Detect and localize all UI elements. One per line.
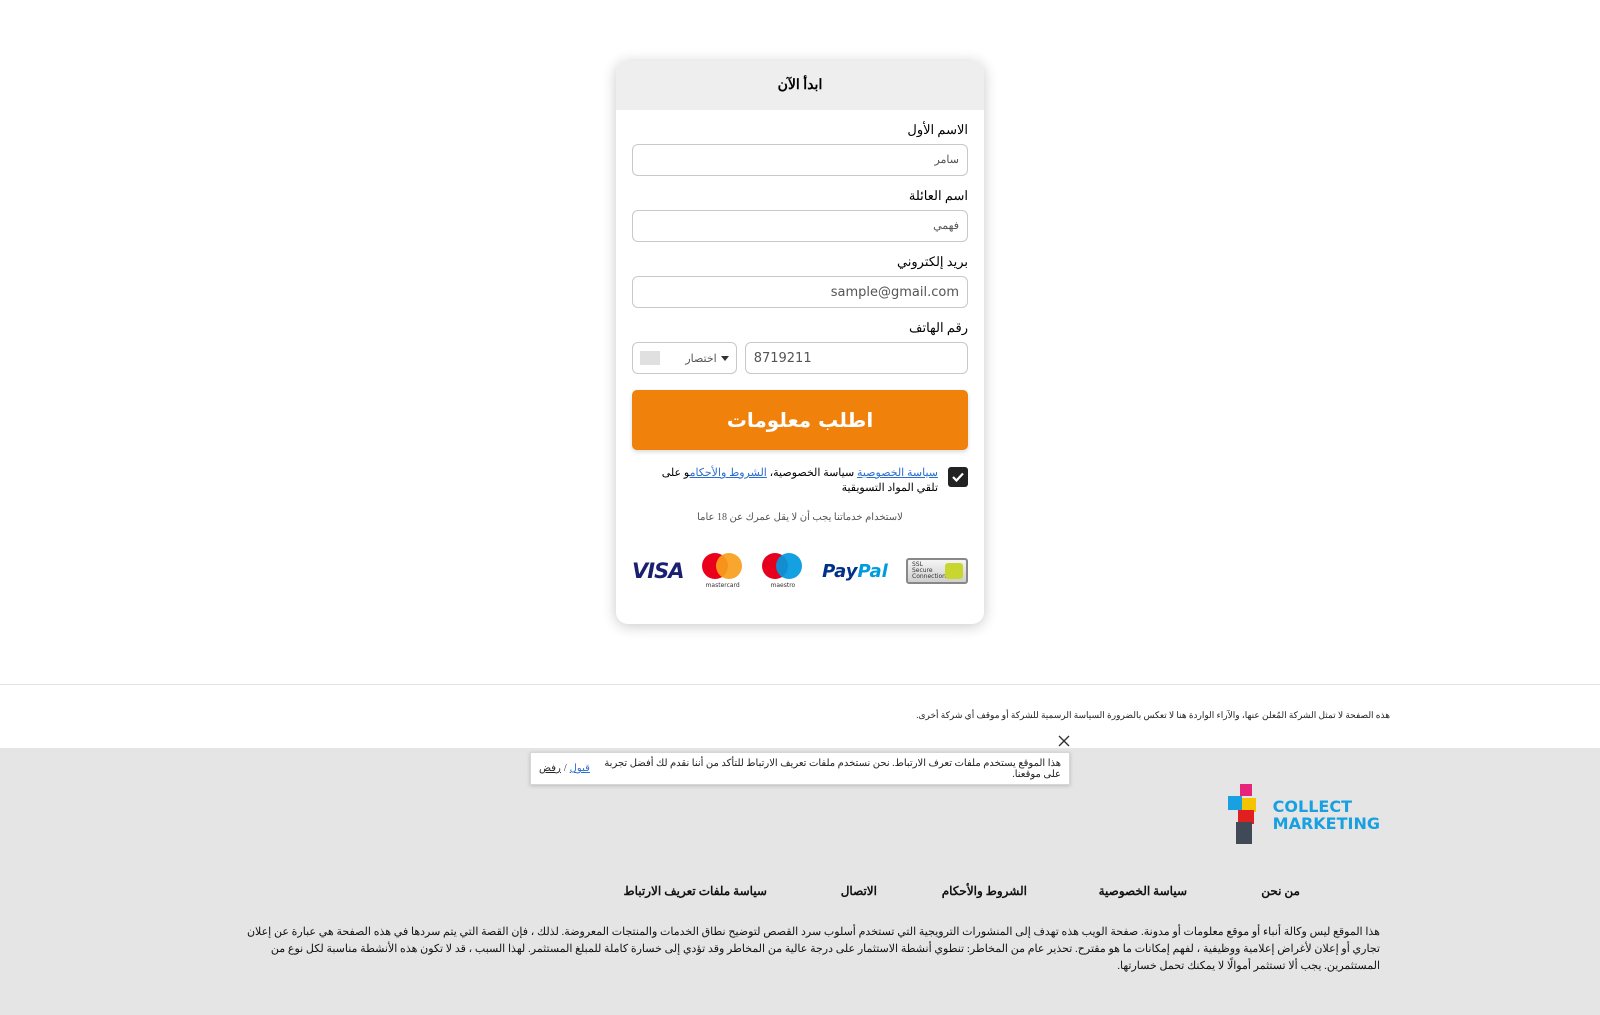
- lead-form-card: ابدأ الآن الاسم الأول اسم العائلة بريد إ…: [616, 61, 984, 624]
- first-name-input[interactable]: [632, 144, 968, 176]
- footer-disclaimer: هذا الموقع ليس وكالة أنباء أو موقع معلوم…: [246, 926, 1380, 972]
- lock-icon: [945, 563, 963, 579]
- consent-privacy-text: سياسة الخصوصية،: [769, 467, 855, 479]
- consent-row: سياسة الخصوصية سياسة الخصوصية، الشروط وا…: [632, 466, 968, 496]
- visa-logo: VISA: [632, 559, 684, 583]
- phone-prefix-select[interactable]: اختصار: [632, 342, 737, 374]
- cookie-reject-link[interactable]: رفض: [539, 763, 561, 774]
- cookie-banner: هذا الموقع يستخدم ملفات تعرف الارتباط. ن…: [530, 752, 1070, 785]
- paypal-logo-a: Pay: [822, 560, 858, 582]
- logo-text: COLLECT MARKETING: [1273, 798, 1380, 832]
- consent-text: سياسة الخصوصية سياسة الخصوصية، الشروط وا…: [642, 466, 938, 496]
- chevron-down-icon: [720, 355, 729, 361]
- payment-logos: VISA mastercard maestro PayPal SSL Secur…: [632, 553, 968, 589]
- lead-form: الاسم الأول اسم العائلة بريد إلكتروني رق…: [616, 122, 984, 589]
- form-title: ابدأ الآن: [616, 61, 984, 110]
- footer-link-cookies[interactable]: سياسة ملفات تعريف الارتباط: [624, 884, 767, 899]
- footer-link-privacy[interactable]: سياسة الخصوصية: [1099, 884, 1187, 899]
- flag-icon: [640, 351, 660, 365]
- logo-mark-icon: [1224, 784, 1267, 846]
- privacy-policy-link[interactable]: سياسة الخصوصية: [857, 467, 938, 479]
- logo-line-1: COLLECT: [1272, 797, 1352, 816]
- email-label: بريد إلكتروني: [896, 254, 968, 269]
- page: ابدأ الآن الاسم الأول اسم العائلة بريد إ…: [0, 0, 1600, 1015]
- collect-marketing-logo: COLLECT MARKETING: [1224, 784, 1380, 846]
- cookie-text: هذا الموقع يستخدم ملفات تعرف الارتباط. ن…: [604, 757, 1061, 780]
- logo-line-2: MARKETING: [1272, 814, 1380, 833]
- maestro-label: maestro: [770, 582, 796, 589]
- age-note: لاستخدام خدماتنا يجب أن لا يقل عمرك عن 1…: [697, 512, 903, 523]
- disclaimer-top: هذه الصفحة لا تمثل الشركة المُعلن عنها، …: [916, 710, 1390, 720]
- submit-button[interactable]: اطلب معلومات: [632, 390, 968, 450]
- last-name-label: اسم العائلة: [908, 188, 968, 203]
- divider: [0, 684, 1600, 685]
- phone-prefix-label: اختصار: [685, 352, 717, 365]
- footer-link-about[interactable]: من نحن: [1261, 884, 1300, 899]
- checkmark-icon: [952, 472, 964, 482]
- footer-link-terms[interactable]: الشروط والأحكام: [942, 884, 1027, 899]
- cookie-separator: /: [563, 763, 567, 774]
- mastercard-label: mastercard: [705, 582, 740, 589]
- phone-input[interactable]: [744, 342, 968, 374]
- mastercard-logo: mastercard: [701, 553, 744, 589]
- phone-label: رقم الهاتف: [909, 320, 968, 335]
- terms-link[interactable]: الشروط والأحكام: [690, 467, 767, 479]
- paypal-logo-b: Pal: [857, 560, 888, 582]
- phone-row: اختصار: [632, 342, 968, 374]
- cookie-accept-link[interactable]: قبول: [570, 763, 590, 774]
- first-name-label: الاسم الأول: [907, 122, 968, 137]
- ssl-badge: SSL Secure Connection: [906, 558, 968, 584]
- last-name-input[interactable]: [632, 210, 968, 242]
- close-icon[interactable]: [1057, 734, 1071, 748]
- maestro-logo: maestro: [761, 553, 804, 589]
- footer: COLLECT MARKETING من نحن سياسة الخصوصية …: [0, 748, 1600, 1015]
- footer-link-contact[interactable]: الاتصال: [841, 884, 877, 899]
- email-input[interactable]: [632, 276, 968, 308]
- paypal-logo: PayPal: [822, 561, 888, 582]
- consent-checkbox[interactable]: [948, 467, 968, 487]
